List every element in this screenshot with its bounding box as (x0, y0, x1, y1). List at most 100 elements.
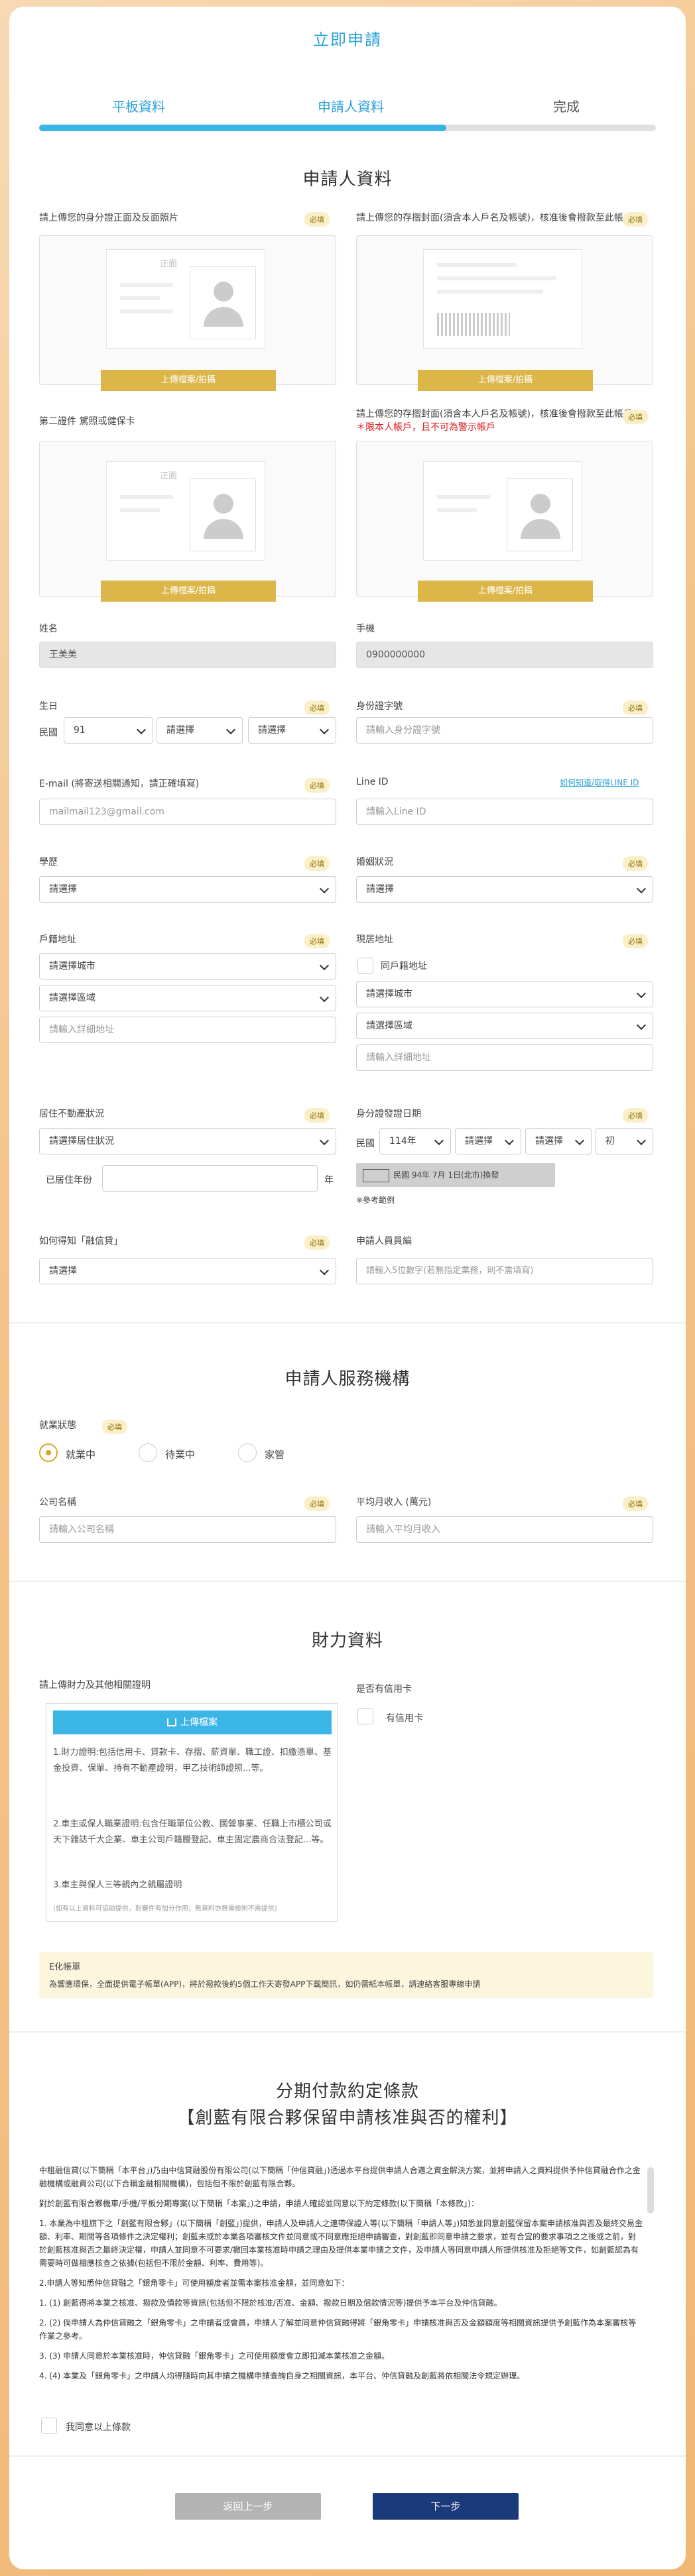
terms-paragraph: 2.申請人等知悉仲信貸融之「銀角零卡」可使用額度者並需本案核准金額，並同意如下： (39, 2278, 349, 2288)
page-title: 立即申請 (313, 30, 382, 49)
income-input[interactable]: 請輸入平均月收入 (356, 1516, 653, 1543)
staff-label: 申請人員員編 (356, 1236, 412, 1247)
credit-card-label: 是否有信用卡 (356, 1684, 412, 1695)
chevron-down-icon (434, 1135, 444, 1146)
marital-select[interactable]: 請選擇 (356, 876, 653, 903)
second-id-upload-button[interactable]: 上傳檔案/拍攝 (101, 581, 276, 602)
company-input[interactable]: 請輸入公司名稱 (39, 1516, 336, 1543)
ebill-text: 為響應環保，全面提供電子帳單(APP)，將於撥款後約5個工作天寄發APP下載簡訊… (49, 1980, 481, 1989)
required-tag: 必填 (304, 1235, 330, 1250)
current-address-label: 現居地址 (356, 934, 393, 945)
residence-select[interactable]: 請選擇居住狀況 (39, 1128, 336, 1154)
credit-card-option: 有信用卡 (386, 1713, 423, 1724)
current-district-select[interactable]: 請選擇區域 (356, 1013, 653, 1039)
bankbook-label: 請上傳您的存摺封面(須含本人戶名及帳號)，核准後會撥款至此帳戶＊限本人帳戶，且不… (356, 409, 633, 433)
line-help-link[interactable]: 如何知道/取得LINE ID (560, 777, 639, 788)
ebill-title: E化帳單 (49, 1962, 81, 1972)
income-label: 平均月收入 (萬元) (356, 1497, 432, 1508)
chevron-down-icon (319, 1265, 330, 1276)
id-card-back-illustration (423, 249, 582, 349)
chevron-down-icon (636, 988, 647, 999)
credit-card-checkbox[interactable] (357, 1708, 373, 1724)
progress-fill (39, 125, 446, 131)
phone-label: 手機 (356, 624, 375, 634)
finance-upload-box: 上傳檔案 1.財力證明:包括信用卡、貸款卡、存摺、薪資單、職工證、扣繳憑單、基金… (46, 1703, 338, 1922)
chevron-down-icon (319, 1135, 330, 1146)
prev-button[interactable]: 返回上一步 (175, 2493, 321, 2520)
id-upload-box[interactable]: 正面 上傳檔案/拍攝 (39, 235, 336, 391)
radio-employed[interactable] (39, 1443, 58, 1462)
required-tag: 必填 (623, 212, 648, 227)
step-complete: 完成 (553, 99, 580, 115)
terms-paragraph: 1. (1) 創藍得將本業之核准、撥款及債款等資訊(包括但不限於核准/否准、金額… (39, 2298, 502, 2308)
portrait-icon (190, 266, 256, 339)
issue-type-select[interactable]: 初 (596, 1128, 653, 1154)
email-input[interactable]: mailmail123@gmail.com (39, 799, 336, 825)
birthday-year-select[interactable]: 91 (64, 717, 153, 744)
issue-date-example: 民國 94年 7月 1日(北市)換發 (356, 1163, 555, 1187)
terms-scroll-box[interactable]: 中租融信貸(以下簡稱「本平台」)乃由中信貸融股份有限公司(以下簡稱「仲信貸融」)… (39, 2164, 643, 2409)
radio-homemaker[interactable] (238, 1443, 257, 1462)
years-input[interactable] (102, 1165, 318, 1192)
chevron-down-icon (319, 724, 330, 735)
next-button[interactable]: 下一步 (373, 2493, 519, 2520)
radio-unemployed[interactable] (139, 1443, 157, 1462)
required-tag: 必填 (623, 700, 648, 715)
step-indicator: 平板資料 申請人資料 完成 (39, 96, 656, 127)
education-label: 學歷 (39, 857, 58, 868)
id-upload-button[interactable]: 上傳檔案/拍攝 (101, 370, 276, 391)
agree-label: 我同意以上條款 (66, 2422, 131, 2433)
chevron-down-icon (636, 1135, 647, 1146)
required-tag: 必填 (304, 212, 330, 227)
homemaker-label: 家管 (265, 1449, 285, 1461)
agree-checkbox[interactable] (41, 2418, 57, 2434)
chevron-down-icon (636, 1020, 647, 1031)
staff-input[interactable]: 請輸入5位數字(若無指定業務，則不需填寫) (356, 1258, 653, 1284)
issue-day-select[interactable]: 請選擇 (525, 1128, 592, 1154)
household-city-select[interactable]: 請選擇城市 (39, 953, 336, 980)
divider (9, 2455, 686, 2457)
second-id-upload-box[interactable]: 正面 上傳檔案/拍攝 (39, 441, 336, 602)
finance-note: (如有以上資料可協助提供，對審件有加分作用；無資料亦無需檢附不需提供) (53, 1905, 277, 1913)
household-district-select[interactable]: 請選擇區域 (39, 985, 336, 1011)
phone-field: 0900000000 (356, 642, 653, 668)
issue-month-select[interactable]: 請選擇 (455, 1128, 521, 1154)
terms-scrollbar[interactable] (647, 2167, 654, 2213)
bankbook-upload-button[interactable]: 上傳檔案/拍攝 (418, 581, 593, 602)
current-address-input[interactable]: 請輸入詳細地址 (356, 1044, 653, 1071)
birthday-month-select[interactable]: 請選擇 (157, 717, 243, 744)
required-tag: 必填 (623, 1108, 648, 1123)
id-back-upload-box[interactable]: 上傳檔案/拍攝 (356, 235, 653, 391)
bankbook-warning: ＊限本人帳戶，且不可為警示帳戶 (356, 422, 495, 433)
chevron-down-icon (636, 883, 647, 894)
required-tag: 必填 (304, 778, 330, 793)
birthday-day-select[interactable]: 請選擇 (248, 717, 336, 744)
chevron-down-icon (574, 1135, 585, 1146)
finance-section-title: 財力資料 (311, 1631, 383, 1651)
required-tag: 必填 (623, 410, 648, 424)
finance-item: 3.車主與保人三等親內之親屬證明 (53, 1880, 182, 1890)
bankbook-upload-box[interactable]: 上傳檔案/拍攝 (356, 441, 653, 602)
education-select[interactable]: 請選擇 (39, 876, 336, 903)
step-tablet: 平板資料 (112, 99, 165, 115)
second-id-illustration: 正面 (106, 461, 265, 561)
terms-paragraph: 4. (4) 本業及「銀角零卡」之申請人均得隨時向其申請之機構申請查詢自身之相關… (39, 2371, 525, 2380)
current-city-select[interactable]: 請選擇城市 (356, 981, 653, 1007)
progress-bar (39, 125, 656, 131)
issue-year-select[interactable]: 114年 (379, 1128, 451, 1154)
unemployed-label: 待業中 (165, 1449, 196, 1461)
id-back-upload-button[interactable]: 上傳檔案/拍攝 (418, 370, 593, 391)
years-unit: 年 (324, 1175, 334, 1186)
divider (9, 1322, 686, 1323)
household-address-input[interactable]: 請輸入詳細地址 (39, 1017, 336, 1043)
same-address-checkbox[interactable] (357, 958, 373, 974)
required-tag: 必填 (304, 934, 330, 948)
source-select[interactable]: 請選擇 (39, 1258, 336, 1284)
finance-upload-button[interactable]: 上傳檔案 (53, 1710, 332, 1734)
portrait-icon (190, 478, 256, 551)
idno-input[interactable]: 請輸入身分證字號 (356, 717, 653, 744)
required-tag: 必填 (623, 856, 648, 871)
required-tag: 必填 (623, 1496, 648, 1511)
line-input[interactable]: 請輸入Line ID (356, 799, 653, 825)
required-tag: 必填 (304, 1108, 330, 1123)
